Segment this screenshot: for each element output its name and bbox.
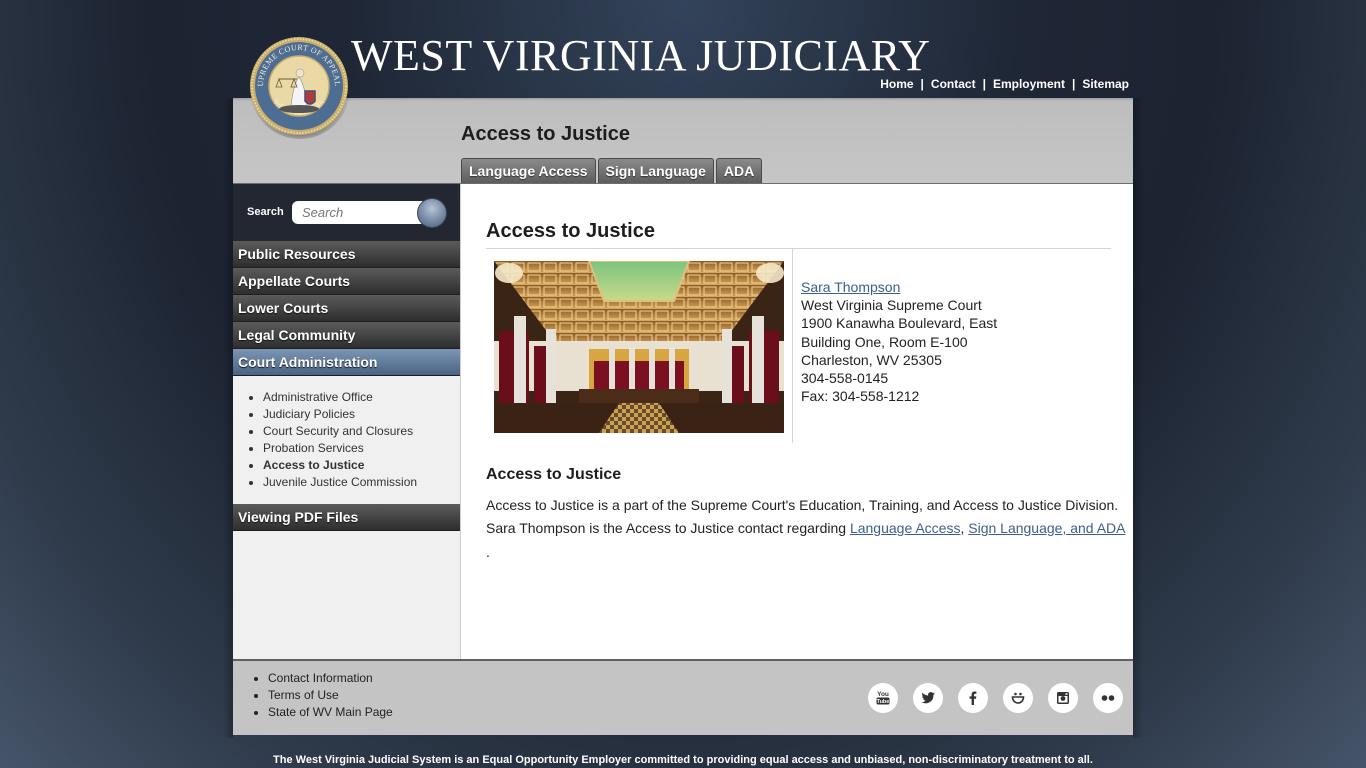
contact-phone: 304-558-0145 — [801, 370, 889, 387]
description-paragraph: Access to Justice is a part of the Supre… — [486, 494, 1126, 540]
page-wrapper: WEST VIRGINIA JUDICIARY Home | Contact | Emp… — [223, 0, 1143, 768]
submenu-link-court-security[interactable]: Court Security and Closures — [263, 424, 413, 438]
site-title[interactable]: WEST VIRGINIA JUDICIARY — [351, 30, 930, 81]
submenu-item: Probation Services — [263, 440, 460, 457]
page-heading: Access to Justice — [461, 123, 630, 145]
trailing-period: . — [486, 544, 490, 560]
language-access-link[interactable]: Language Access — [850, 520, 961, 536]
sidebar-item-appellate-courts[interactable]: Appellate Courts — [233, 268, 460, 295]
twitter-icon[interactable] — [913, 683, 943, 713]
contact-card: Sara Thompson West Virginia Supreme Cour… — [801, 278, 997, 405]
left-shadow — [223, 98, 233, 738]
footer-link-item: Contact Information — [268, 670, 393, 687]
footer-link-state-of-wv[interactable]: State of WV Main Page — [268, 705, 393, 719]
submenu-link-judiciary-policies[interactable]: Judiciary Policies — [263, 407, 355, 421]
facebook-icon[interactable] — [958, 683, 988, 713]
content-title: Access to Justice — [486, 220, 655, 242]
sidebar-item-legal-community[interactable]: Legal Community — [233, 322, 460, 349]
top-navigation: Home | Contact | Employment | Sitemap — [880, 77, 1129, 91]
submenu-link-probation-services[interactable]: Probation Services — [263, 441, 364, 455]
social-links: You Tube — [868, 683, 1123, 713]
nav-separator: | — [1071, 77, 1076, 91]
contact-building: Building One, Room E-100 — [801, 333, 968, 350]
page-header-band: Access to Justice Language Access Sign L… — [233, 98, 1133, 184]
sidebar-item-lower-courts[interactable]: Lower Courts — [233, 295, 460, 322]
topnav-employment[interactable]: Employment — [993, 77, 1065, 91]
contact-city: Charleston, WV 25305 — [801, 351, 942, 368]
instagram-icon[interactable] — [1048, 683, 1078, 713]
right-shadow — [1133, 98, 1143, 738]
sidebar: Search Public Resources Appellate Courts… — [233, 184, 461, 659]
youtube-icon[interactable]: You Tube — [868, 683, 898, 713]
submenu-item: Access to Justice — [263, 457, 460, 474]
smugmug-icon[interactable] — [1003, 683, 1033, 713]
sidebar-item-court-administration[interactable]: Court Administration — [233, 349, 460, 376]
footer-link-item: State of WV Main Page — [268, 704, 393, 721]
sidebar-item-viewing-pdf-files[interactable]: Viewing PDF Files — [233, 504, 460, 531]
topnav-home[interactable]: Home — [880, 77, 913, 91]
description-text-2: Sara Thompson is the Access to Justice c… — [486, 520, 850, 536]
topnav-sitemap[interactable]: Sitemap — [1082, 77, 1129, 91]
section-title: Access to Justice — [486, 466, 622, 483]
flickr-icon[interactable] — [1093, 683, 1123, 713]
court-seal-logo[interactable]: SUPREME COURT OF APPEALS WEST VIRGINIA — [247, 28, 350, 139]
nav-separator: | — [920, 77, 924, 91]
topnav-contact[interactable]: Contact — [931, 77, 976, 91]
submenu-link-administrative-office[interactable]: Administrative Office — [263, 390, 373, 404]
contact-street: 1900 Kanawha Boulevard, East — [801, 315, 998, 332]
main-content: Access to Justice Sara Thompson West Vir… — [461, 184, 1133, 659]
equal-opportunity-statement: The West Virginia Judicial System is an … — [273, 754, 1093, 766]
title-divider — [486, 248, 1111, 249]
sign-language-ada-link[interactable]: Sign Language, and ADA — [968, 520, 1125, 536]
header-banner: WEST VIRGINIA JUDICIARY Home | Contact | Emp… — [233, 0, 1133, 98]
submenu-item: Administrative Office — [263, 389, 460, 406]
submenu-link-juvenile-justice[interactable]: Juvenile Justice Commission — [263, 475, 417, 489]
submenu-link-access-to-justice[interactable]: Access to Justice — [263, 458, 364, 472]
footer-link-terms-of-use[interactable]: Terms of Use — [268, 688, 339, 702]
description-text-1: Access to Justice is a part of the Supre… — [486, 497, 1119, 513]
svg-text:Tube: Tube — [877, 699, 890, 705]
contact-fax: Fax: 304-558-1212 — [801, 388, 920, 405]
contact-name-link[interactable]: Sara Thompson — [801, 279, 900, 295]
column-divider — [792, 249, 793, 443]
contact-organization: West Virginia Supreme Court — [801, 297, 982, 314]
courtroom-photo — [494, 261, 784, 433]
submenu-item: Juvenile Justice Commission — [263, 474, 460, 491]
tab-sign-language[interactable]: Sign Language — [597, 158, 714, 183]
search-submit-button[interactable] — [417, 198, 447, 228]
footer: Contact Information Terms of Use State o… — [233, 659, 1133, 735]
search-label: Search — [247, 206, 284, 218]
submenu-item: Court Security and Closures — [263, 423, 460, 440]
search-bar: Search — [233, 184, 460, 241]
nav-separator: | — [982, 77, 986, 91]
svg-text:You: You — [877, 691, 889, 698]
tab-ada[interactable]: ADA — [715, 158, 763, 183]
section-tabs: Language Access Sign Language ADA — [461, 158, 763, 183]
court-administration-submenu: Administrative Office Judiciary Policies… — [233, 376, 460, 504]
footer-link-contact-information[interactable]: Contact Information — [268, 671, 373, 685]
footer-link-item: Terms of Use — [268, 687, 393, 704]
footer-links: Contact Information Terms of Use State o… — [268, 670, 393, 721]
submenu-item: Judiciary Policies — [263, 406, 460, 423]
sidebar-item-public-resources[interactable]: Public Resources — [233, 241, 460, 268]
tab-language-access[interactable]: Language Access — [461, 158, 596, 183]
search-input[interactable] — [292, 201, 427, 224]
